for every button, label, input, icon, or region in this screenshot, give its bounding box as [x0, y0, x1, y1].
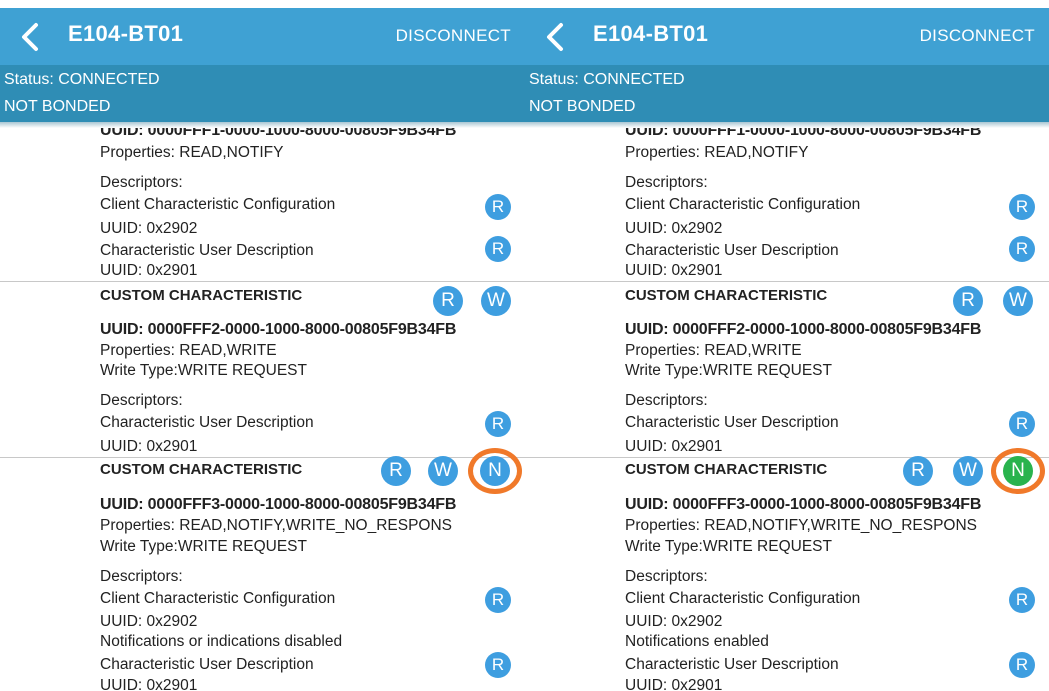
notification-status: Notifications enabled	[625, 633, 769, 650]
read-button[interactable]: R	[1009, 194, 1035, 220]
descriptors-label: Descriptors:	[100, 174, 183, 191]
characteristics-list: UUID: 0000FFF1-0000-1000-8000-00805F9B34…	[525, 122, 1049, 691]
bond-status: NOT BONDED	[529, 98, 636, 115]
write-type: Write Type:WRITE REQUEST	[625, 538, 832, 555]
read-button[interactable]: R	[1009, 411, 1035, 437]
disconnect-button[interactable]: DISCONNECT	[920, 26, 1035, 46]
descriptor-uuid: UUID: 0x2902	[625, 220, 723, 237]
characteristic-uuid: UUID: 0000FFF3-0000-1000-8000-00805F9B34…	[625, 496, 982, 513]
characteristic-name: CUSTOM CHARACTERISTIC	[625, 287, 828, 304]
descriptor-name: Characteristic User Description	[625, 414, 839, 431]
descriptor-name: Characteristic User Description	[100, 242, 314, 259]
write-type: Write Type:WRITE REQUEST	[100, 362, 307, 379]
read-button[interactable]: R	[485, 652, 511, 678]
descriptors-label: Descriptors:	[100, 392, 183, 409]
read-button[interactable]: R	[485, 194, 511, 220]
status-bar: Status: CONNECTED NOT BONDED	[0, 65, 525, 122]
descriptor-name: Characteristic User Description	[100, 414, 314, 431]
highlight-ring	[991, 448, 1045, 494]
characteristic-properties: Properties: READ,NOTIFY,WRITE_NO_RESPONS	[100, 517, 452, 534]
highlight-ring	[468, 448, 522, 494]
characteristic-uuid: UUID: 0000FFF3-0000-1000-8000-00805F9B34…	[100, 496, 457, 513]
read-button[interactable]: R	[903, 456, 933, 486]
write-type: Write Type:WRITE REQUEST	[100, 538, 307, 555]
divider	[525, 281, 1049, 282]
characteristics-list: UUID: 0000FFF1-0000-1000-8000-00805F9B34…	[0, 122, 525, 691]
read-button[interactable]: R	[1009, 236, 1035, 262]
read-button[interactable]: R	[485, 236, 511, 262]
characteristic-uuid: UUID: 0000FFF2-0000-1000-8000-00805F9B34…	[625, 321, 982, 338]
descriptor-uuid: UUID: 0x2902	[625, 613, 723, 630]
write-button[interactable]: W	[481, 286, 511, 316]
descriptor-uuid: UUID: 0x2901	[100, 262, 198, 279]
descriptor-uuid: UUID: 0x2901	[100, 677, 198, 691]
descriptors-label: Descriptors:	[625, 392, 708, 409]
descriptor-uuid: UUID: 0x2901	[100, 438, 198, 455]
write-button[interactable]: W	[953, 456, 983, 486]
descriptors-label: Descriptors:	[625, 568, 708, 585]
device-name: E104-BT01	[68, 21, 184, 46]
descriptor-name: Client Characteristic Configuration	[625, 590, 861, 607]
disconnect-button[interactable]: DISCONNECT	[396, 26, 511, 46]
descriptor-name: Client Characteristic Configuration	[100, 590, 336, 607]
characteristic-name: CUSTOM CHARACTERISTIC	[625, 461, 828, 478]
descriptor-name: Client Characteristic Configuration	[100, 196, 336, 213]
characteristic-name: CUSTOM CHARACTERISTIC	[100, 461, 303, 478]
read-button[interactable]: R	[485, 587, 511, 613]
read-button[interactable]: R	[1009, 587, 1035, 613]
characteristic-uuid: UUID: 0000FFF2-0000-1000-8000-00805F9B34…	[100, 321, 457, 338]
characteristic-name: CUSTOM CHARACTERISTIC	[100, 287, 303, 304]
device-screen-after: E104-BT01 DISCONNECT Status: CONNECTED N…	[525, 0, 1049, 691]
characteristic-properties: Properties: READ,NOTIFY,WRITE_NO_RESPONS	[625, 517, 977, 534]
read-button[interactable]: R	[381, 456, 411, 486]
device-name: E104-BT01	[593, 21, 709, 46]
descriptor-name: Characteristic User Description	[100, 656, 314, 673]
write-button[interactable]: W	[428, 456, 458, 486]
notification-status: Notifications or indications disabled	[100, 633, 343, 650]
characteristic-properties: Properties: READ,WRITE	[100, 342, 277, 359]
app-bar: E104-BT01 DISCONNECT	[0, 8, 525, 65]
connection-status: Status: CONNECTED	[529, 71, 685, 88]
descriptor-uuid: UUID: 0x2901	[625, 438, 723, 455]
descriptor-name: Characteristic User Description	[625, 656, 839, 673]
descriptor-uuid: UUID: 0x2901	[625, 262, 723, 279]
characteristic-properties: Properties: READ,NOTIFY	[625, 144, 809, 161]
descriptor-uuid: UUID: 0x2901	[625, 677, 723, 691]
back-arrow-icon[interactable]	[541, 22, 571, 52]
read-button[interactable]: R	[1009, 652, 1035, 678]
read-button[interactable]: R	[433, 286, 463, 316]
read-button[interactable]: R	[485, 411, 511, 437]
device-screen-before: E104-BT01 DISCONNECT Status: CONNECTED N…	[0, 0, 525, 691]
descriptors-label: Descriptors:	[625, 174, 708, 191]
descriptor-uuid: UUID: 0x2902	[100, 220, 198, 237]
characteristic-properties: Properties: READ,NOTIFY	[100, 144, 284, 161]
descriptors-label: Descriptors:	[100, 568, 183, 585]
status-shadow	[525, 122, 1049, 128]
characteristic-properties: Properties: READ,WRITE	[625, 342, 802, 359]
status-bar: Status: CONNECTED NOT BONDED	[525, 65, 1049, 122]
descriptor-uuid: UUID: 0x2902	[100, 613, 198, 630]
descriptor-name: Client Characteristic Configuration	[625, 196, 861, 213]
descriptor-name: Characteristic User Description	[625, 242, 839, 259]
write-button[interactable]: W	[1003, 286, 1033, 316]
back-arrow-icon[interactable]	[16, 22, 46, 52]
app-bar: E104-BT01 DISCONNECT	[525, 8, 1049, 65]
connection-status: Status: CONNECTED	[4, 71, 160, 88]
divider	[0, 281, 525, 282]
read-button[interactable]: R	[953, 286, 983, 316]
status-shadow	[0, 122, 525, 128]
bond-status: NOT BONDED	[4, 98, 111, 115]
write-type: Write Type:WRITE REQUEST	[625, 362, 832, 379]
